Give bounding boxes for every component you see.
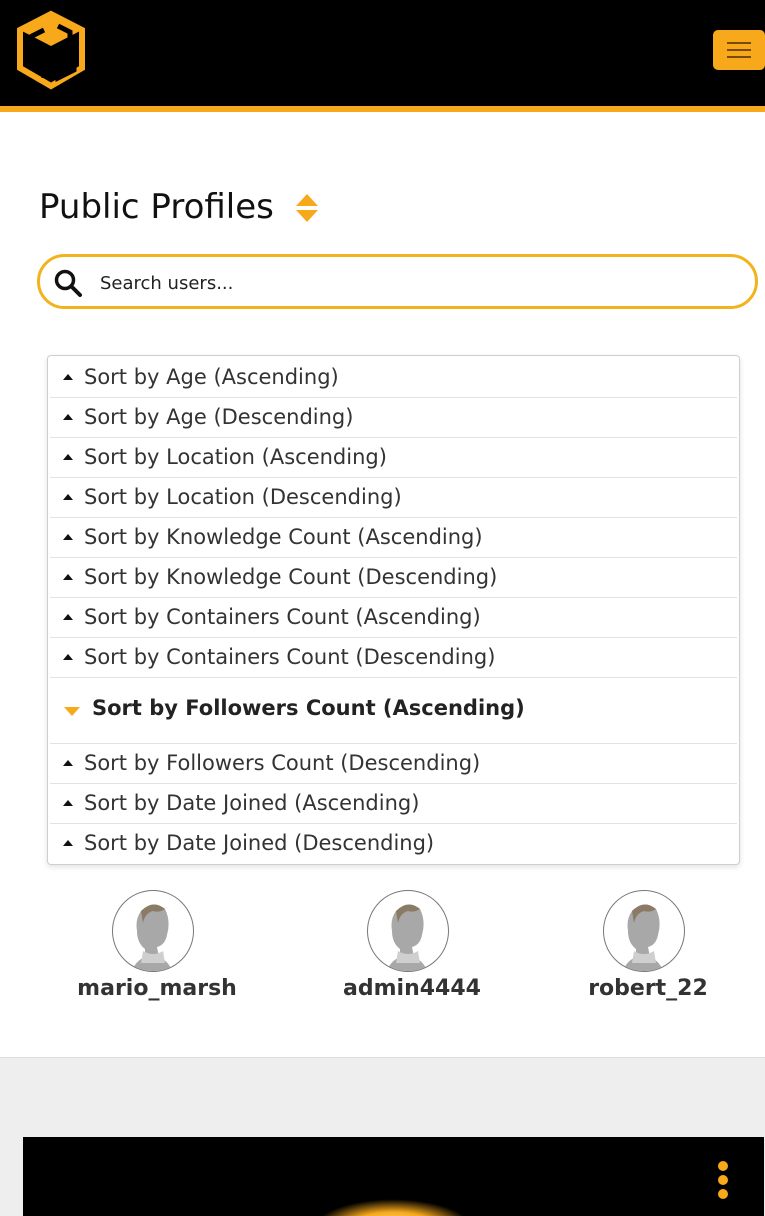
avatar[interactable] [367,890,449,972]
sort-option-label-selected: Sort by Followers Count (Ascending) [92,696,525,720]
caret-up-icon [63,414,73,420]
header-accent-line [0,106,765,112]
sort-option-label: Sort by Location (Descending) [84,485,402,509]
profile-card[interactable]: robert_22 [558,890,738,1010]
hamburger-icon [727,42,751,44]
caret-up-icon [63,454,73,460]
top-navbar [0,0,765,106]
search-bar [37,254,758,309]
caret-up-icon [63,614,73,620]
cg-cube-logo-icon[interactable] [14,10,88,90]
sort-option-label: Sort by Age (Descending) [84,405,354,429]
profile-username[interactable]: mario_marsh [67,976,247,1001]
caret-up-icon [63,800,73,806]
sort-option-label: Sort by Location (Ascending) [84,445,387,469]
kebab-dot [718,1175,728,1185]
sort-option-knowledge-asc[interactable]: Sort by Knowledge Count (Ascending) [50,518,737,558]
search-input[interactable] [100,269,720,297]
hamburger-icon-bar [727,49,751,51]
sort-option-label: Sort by Knowledge Count (Descending) [84,565,498,589]
kebab-icon[interactable] [713,1161,733,1201]
caret-up-icon [63,534,73,540]
sort-option-followers-asc-selected[interactable]: Sort by Followers Count (Ascending) [50,678,737,744]
sort-option-followers-desc[interactable]: Sort by Followers Count (Descending) [50,744,737,784]
profile-card[interactable]: mario_marsh [67,890,247,1010]
default-head-avatar-icon [131,904,173,971]
sort-option-label: Sort by Containers Count (Descending) [84,645,496,669]
default-head-avatar-icon [386,904,428,971]
sort-option-label: Sort by Followers Count (Descending) [84,751,481,775]
sort-option-date-asc[interactable]: Sort by Date Joined (Ascending) [50,784,737,824]
avatar[interactable] [603,890,685,972]
caret-up-icon [63,574,73,580]
default-head-avatar-icon [622,904,664,971]
sort-option-containers-asc[interactable]: Sort by Containers Count (Ascending) [50,598,737,638]
sort-option-containers-desc[interactable]: Sort by Containers Count (Descending) [50,638,737,678]
caret-up-icon [63,840,73,846]
caret-up-icon [63,494,73,500]
search-icon[interactable] [54,269,82,297]
profile-username[interactable]: robert_22 [558,976,738,1001]
sort-option-age-desc[interactable]: Sort by Age (Descending) [50,398,737,438]
page-title: Public Profiles [39,187,274,227]
caret-up-icon [63,374,73,380]
profile-card[interactable]: admin4444 [322,890,502,1010]
sort-dropdown: Sort by Age (Ascending) Sort by Age (Des… [47,355,740,865]
sort-option-label: Sort by Knowledge Count (Ascending) [84,525,483,549]
sort-option-location-desc[interactable]: Sort by Location (Descending) [50,478,737,518]
profile-username[interactable]: admin4444 [322,976,502,1001]
glow-decoration [313,1199,473,1216]
caret-up-icon [63,760,73,766]
sort-option-label: Sort by Age (Ascending) [84,365,339,389]
kebab-dot [718,1161,728,1171]
sort-option-label: Sort by Date Joined (Descending) [84,831,435,855]
sort-option-location-asc[interactable]: Sort by Location (Ascending) [50,438,737,478]
sort-option-label: Sort by Date Joined (Ascending) [84,791,420,815]
hamburger-icon-bar [727,56,751,58]
sort-option-label: Sort by Containers Count (Ascending) [84,605,481,629]
kebab-dot [718,1189,728,1199]
sort-option-date-desc[interactable]: Sort by Date Joined (Descending) [50,824,737,864]
sort-option-knowledge-desc[interactable]: Sort by Knowledge Count (Descending) [50,558,737,598]
caret-down-icon [64,707,80,716]
caret-up-icon [63,654,73,660]
footer-card [23,1137,764,1216]
avatar[interactable] [112,890,194,972]
sort-toggle-icon[interactable] [295,192,319,224]
sort-option-age-asc[interactable]: Sort by Age (Ascending) [50,357,737,398]
hamburger-menu-button[interactable] [713,30,765,70]
